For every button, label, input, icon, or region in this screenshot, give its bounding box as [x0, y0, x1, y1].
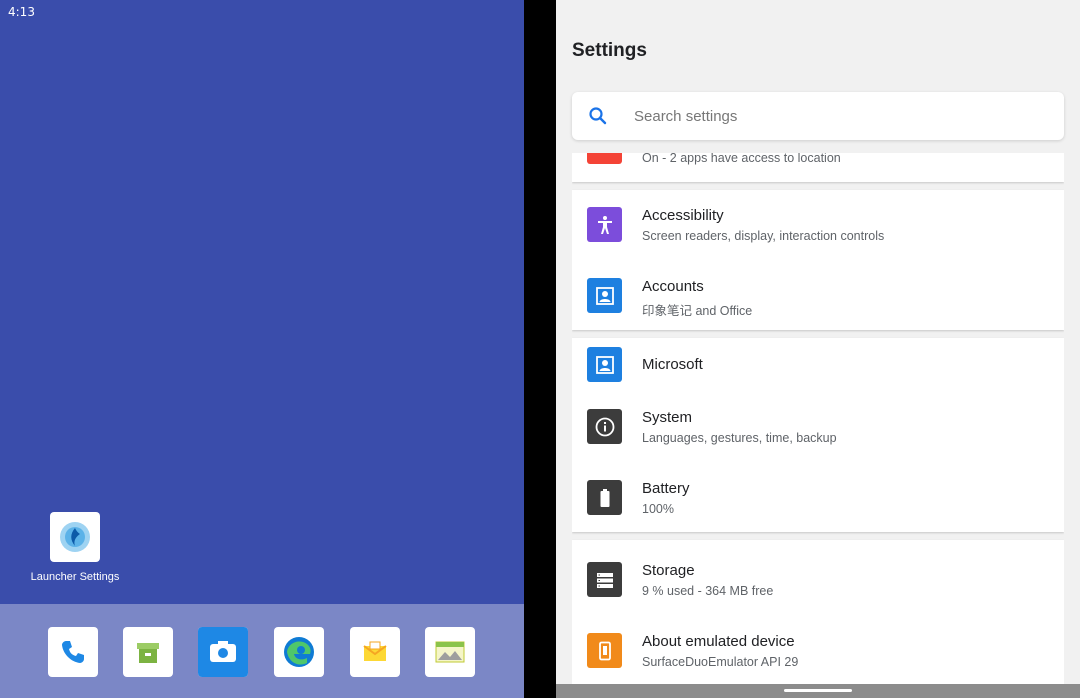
navigation-bar [556, 684, 1080, 698]
settings-group-microsoft-system-battery: Microsoft System Languages, gestures, ti… [572, 338, 1064, 532]
gesture-handle[interactable] [784, 689, 852, 692]
gallery-icon[interactable] [425, 627, 475, 677]
launcher-settings-icon[interactable] [50, 512, 100, 562]
launcher-settings-label: Launcher Settings [30, 571, 120, 583]
page-title: Settings [572, 40, 647, 61]
accounts-subtitle: 印象笔记 and Office [642, 304, 753, 318]
battery-title: Battery [642, 480, 690, 497]
settings-group-accessibility-accounts: Accessibility Screen readers, display, i… [572, 190, 1064, 330]
storage-title: Storage [642, 562, 695, 579]
about-device-subtitle: SurfaceDuoEmulator API 29 [642, 655, 799, 669]
storage-subtitle: 9 % used - 364 MB free [642, 584, 774, 598]
account-icon [587, 347, 622, 382]
settings-item-about-device[interactable]: About emulated device SurfaceDuoEmulator… [572, 616, 1064, 685]
device-icon [587, 633, 622, 668]
storage-icon [587, 562, 622, 597]
settings-screen: Settings Search settings On - 2 apps hav… [556, 0, 1080, 698]
search-icon [589, 107, 607, 125]
about-device-title: About emulated device [642, 633, 795, 650]
settings-group-storage-about: Storage 9 % used - 364 MB free About emu… [572, 540, 1064, 685]
search-bar[interactable]: Search settings [572, 92, 1064, 140]
app-dock [0, 604, 524, 698]
settings-item-location[interactable]: On - 2 apps have access to location [572, 153, 1064, 182]
settings-list: On - 2 apps have access to location Acce… [572, 153, 1064, 685]
location-subtitle: On - 2 apps have access to location [642, 153, 841, 165]
email-icon[interactable] [350, 627, 400, 677]
microsoft-title: Microsoft [642, 356, 703, 373]
system-subtitle: Languages, gestures, time, backup [642, 431, 837, 445]
accessibility-icon [587, 207, 622, 242]
system-title: System [642, 409, 693, 426]
battery-subtitle: 100% [642, 502, 674, 516]
location-icon [587, 153, 622, 164]
accessibility-subtitle: Screen readers, display, interaction con… [642, 229, 885, 243]
home-screen: 4:13 Launcher Settings [0, 0, 524, 698]
edge-icon[interactable] [274, 627, 324, 677]
battery-icon [587, 480, 622, 515]
accounts-title: Accounts [642, 278, 704, 295]
account-icon [587, 278, 622, 313]
info-icon [587, 409, 622, 444]
settings-item-system[interactable]: System Languages, gestures, time, backup [572, 392, 1064, 462]
settings-item-battery[interactable]: Battery 100% [572, 463, 1064, 533]
accessibility-title: Accessibility [642, 207, 724, 224]
status-time: 4:13 [8, 5, 35, 19]
settings-item-microsoft[interactable]: Microsoft [572, 338, 1064, 392]
settings-group-location: On - 2 apps have access to location [572, 153, 1064, 182]
settings-item-accessibility[interactable]: Accessibility Screen readers, display, i… [572, 190, 1064, 260]
launcher-settings-app[interactable]: Launcher Settings [22, 512, 128, 583]
settings-item-accounts[interactable]: Accounts 印象笔记 and Office [572, 261, 1064, 331]
device-hinge [524, 0, 556, 698]
phone-icon[interactable] [48, 627, 98, 677]
store-icon[interactable] [123, 627, 173, 677]
search-placeholder: Search settings [634, 107, 738, 125]
settings-item-storage[interactable]: Storage 9 % used - 364 MB free [572, 545, 1064, 615]
camera-icon[interactable] [198, 627, 248, 677]
